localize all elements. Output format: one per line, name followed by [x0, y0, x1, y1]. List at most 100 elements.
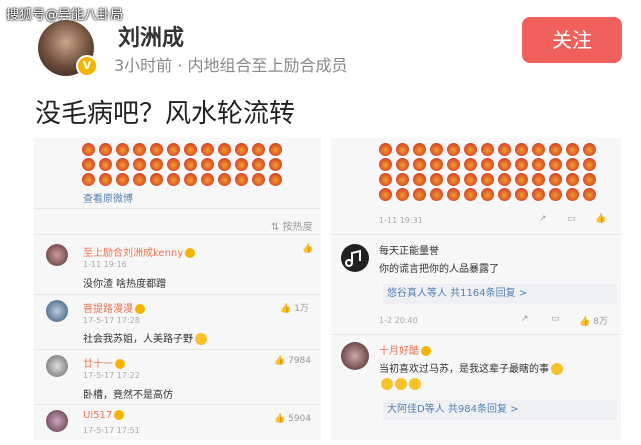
like-count: 8万	[593, 317, 608, 327]
verified-badge-icon	[115, 359, 125, 369]
commenter-avatar[interactable]	[46, 244, 68, 266]
angry-emoji-icon	[447, 173, 460, 186]
commenter-name[interactable]: 每天正能量誉	[379, 242, 439, 257]
like-icon[interactable]: 👍	[302, 244, 313, 254]
like-button[interactable]: 👍 5904	[274, 414, 311, 424]
reply-summary-link[interactable]: 悠谷真人等人 共1164条回复 >	[383, 284, 617, 304]
author-name[interactable]: 刘洲成	[118, 20, 184, 52]
angry-emoji-icon	[99, 173, 112, 186]
angry-emoji-icon	[549, 143, 562, 156]
comment-time: 17-5-17 17:22	[83, 371, 140, 380]
angry-emoji-icon	[515, 188, 528, 201]
angry-emoji-icon	[498, 158, 511, 171]
angry-emoji-icon	[252, 143, 265, 156]
angry-emoji-icon	[201, 173, 214, 186]
angry-emoji-icon	[464, 173, 477, 186]
post-meta: 3小时前 · 内地组合至上励合成员	[114, 56, 348, 75]
like-button[interactable]: 👍 1万	[280, 301, 309, 314]
angry-emoji-icon	[532, 188, 545, 201]
angry-emoji-icon	[430, 173, 443, 186]
angry-emoji-icon	[549, 188, 562, 201]
angry-emoji-icon	[413, 143, 426, 156]
comment-time: 1-2 20:40	[379, 316, 418, 325]
verified-badge-icon	[185, 248, 196, 258]
angry-emoji-icon	[133, 173, 146, 186]
angry-emoji-icon	[252, 173, 265, 186]
angry-emoji-icon	[532, 173, 545, 186]
angry-emoji-icon	[515, 143, 528, 156]
commenter-avatar[interactable]	[46, 355, 68, 377]
comment-time: 17-5-17 17:51	[83, 426, 140, 435]
comment-text: 社会我苏姐，人美路子野	[83, 330, 207, 345]
commenter-avatar[interactable]	[341, 342, 369, 370]
like-icon[interactable]: 👍	[595, 214, 606, 224]
angry-emoji-icon	[464, 158, 477, 171]
comment-text: 你的谎言把你的人品暴露了	[379, 264, 499, 275]
angry-emoji-icon	[82, 158, 95, 171]
angry-emoji-icon	[413, 188, 426, 201]
commenter-name[interactable]: 菩提路漫漫	[83, 300, 145, 315]
angry-emoji-icon	[379, 173, 392, 186]
follow-button[interactable]: 关注	[522, 17, 622, 63]
commenter-avatar[interactable]	[46, 300, 68, 322]
angry-emoji-icon	[549, 173, 562, 186]
like-count: 5904	[288, 414, 311, 424]
angry-emoji-icon	[566, 173, 579, 186]
angry-emoji-icon	[150, 173, 163, 186]
like-button[interactable]: 👍 8万	[579, 314, 608, 327]
like-button[interactable]: 👍 7984	[274, 356, 311, 366]
commenter-avatar[interactable]	[341, 244, 369, 272]
angry-emoji-icon	[99, 158, 112, 171]
angry-emoji-icon	[396, 143, 409, 156]
laugh-emoji-icon	[551, 363, 563, 375]
like-icon: 👍	[579, 317, 591, 327]
angry-emoji-icon	[430, 188, 443, 201]
embedded-screenshot-left: 查看原微博 ⇅ 按热度 至上励合刘洲成kenny 1-11 19:16 没你渣 …	[34, 138, 321, 440]
angry-emoji-icon	[447, 143, 460, 156]
angry-emoji-icon	[252, 158, 265, 171]
comment-icon[interactable]: ▭	[567, 214, 576, 224]
commenter-avatar[interactable]	[46, 410, 68, 432]
embedded-screenshot-right: 1-11 19:31 ↗ ▭ 👍 每天正能量誉 你的谎言把你的人品暴露了 悠谷真…	[331, 138, 621, 440]
angry-emoji-icon	[583, 173, 596, 186]
angry-emoji-icon	[235, 158, 248, 171]
angry-emoji-icon	[184, 173, 197, 186]
reply-summary-link[interactable]: 大阿佳D等人 共984条回复 >	[383, 400, 617, 420]
like-icon: 👍	[280, 304, 292, 314]
angry-emoji-icon	[515, 158, 528, 171]
music-note-icon	[345, 249, 361, 267]
like-count: 1万	[294, 304, 309, 314]
angry-emoji-icon	[133, 158, 146, 171]
commenter-name[interactable]: 十月好酷	[379, 342, 431, 357]
share-icon[interactable]: ↗	[521, 314, 529, 324]
angry-emoji-icon	[566, 158, 579, 171]
angry-emoji-icon	[566, 143, 579, 156]
post-time: 1-11 19:31	[379, 216, 423, 225]
angry-emoji-icon	[583, 188, 596, 201]
angry-emoji-icon	[566, 188, 579, 201]
angry-emoji-icon	[116, 173, 129, 186]
commenter-name[interactable]: 至上励合刘洲成kenny	[83, 244, 196, 259]
laugh-emoji-icon	[409, 378, 421, 390]
angry-emoji-icon	[116, 158, 129, 171]
view-original-link[interactable]: 查看原微博	[83, 190, 321, 205]
watermark: 搜狐号@异能八卦局	[6, 8, 124, 23]
angry-emoji-icon	[481, 173, 494, 186]
laugh-emoji-icon	[381, 378, 393, 390]
angry-emoji-icon	[201, 143, 214, 156]
commenter-name[interactable]: 廿十一	[83, 355, 125, 370]
angry-emoji-icon	[218, 173, 231, 186]
angry-emoji-icon	[269, 143, 282, 156]
angry-emoji-icon	[464, 188, 477, 201]
angry-emoji-icon	[218, 143, 231, 156]
angry-emoji-icon	[133, 143, 146, 156]
angry-emoji-icon	[167, 143, 180, 156]
comment-icon[interactable]: ▭	[551, 314, 560, 324]
share-icon[interactable]: ↗	[539, 214, 547, 224]
angry-emoji-icon	[498, 188, 511, 201]
angry-emoji-icon	[481, 188, 494, 201]
commenter-name[interactable]: Ui517	[83, 410, 125, 421]
angry-emoji-icon	[498, 173, 511, 186]
angry-emoji-icon	[396, 173, 409, 186]
sort-toggle[interactable]: ⇅ 按热度	[271, 218, 313, 233]
